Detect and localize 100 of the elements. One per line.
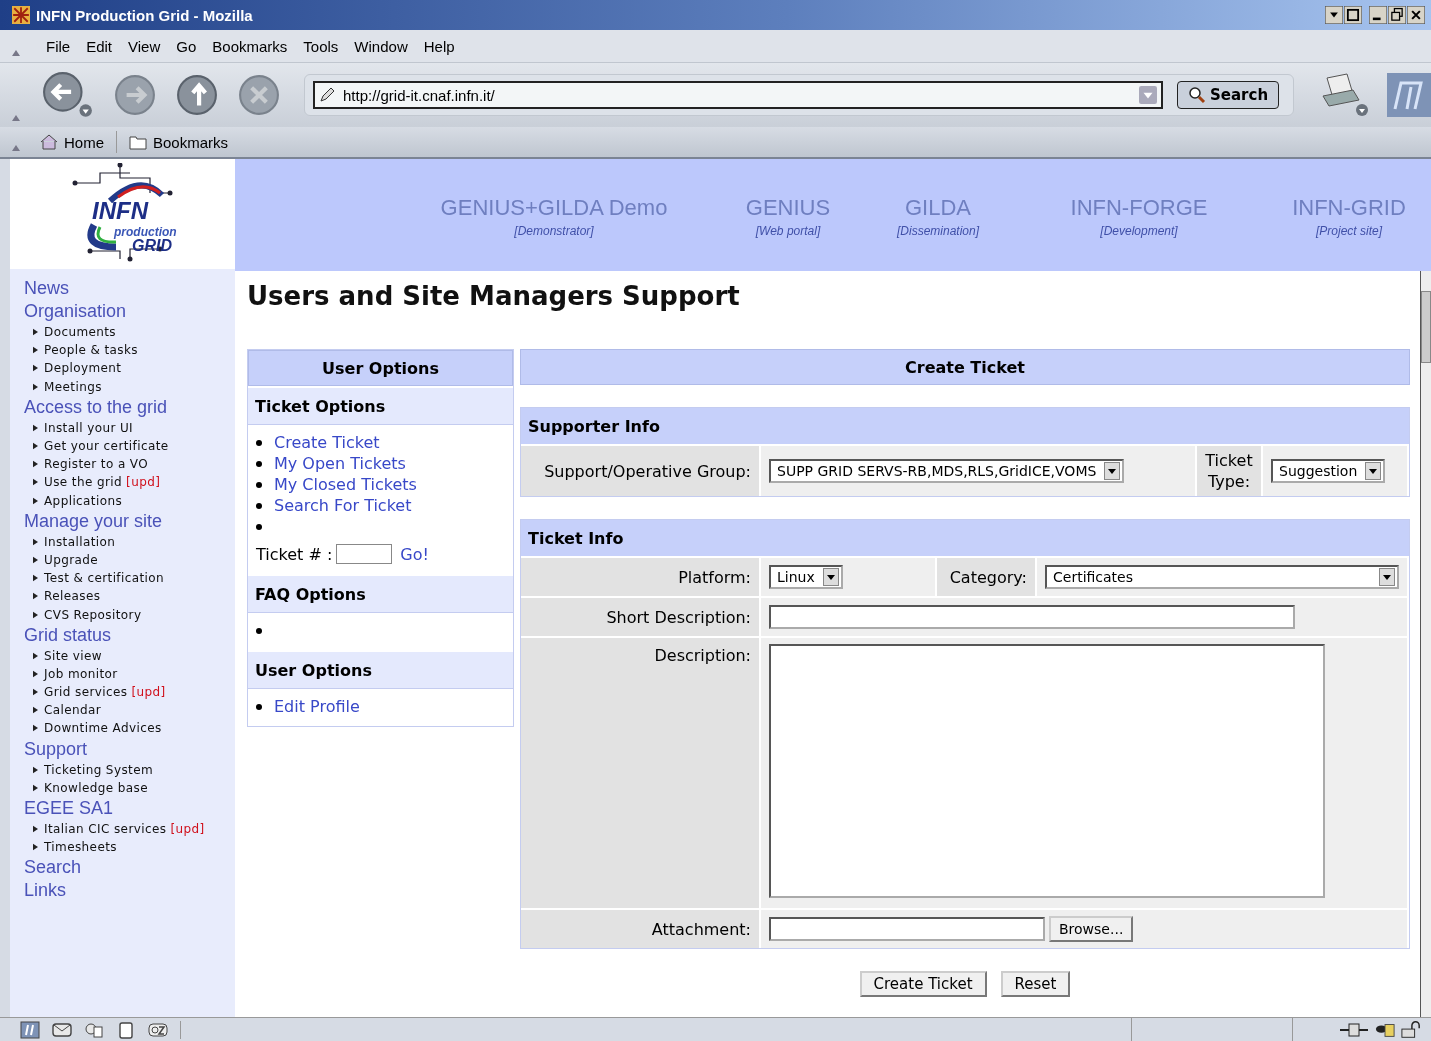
- collapse-icon[interactable]: [12, 145, 20, 151]
- sidebar-link[interactable]: Italian CIC services: [44, 822, 167, 837]
- option-link[interactable]: Edit Profile: [274, 697, 360, 716]
- forward-icon[interactable]: [114, 74, 156, 116]
- sidebar-link[interactable]: Timesheets: [44, 840, 117, 855]
- sidebar-link[interactable]: Knowledge base: [44, 780, 148, 795]
- triangle-bullet-icon: [33, 423, 38, 432]
- sidebar-link[interactable]: Deployment: [44, 361, 122, 376]
- search-button[interactable]: Search: [1177, 81, 1280, 109]
- section-title: Supporter Info: [521, 408, 1409, 444]
- menu-item[interactable]: File: [46, 37, 71, 55]
- sidebar-link[interactable]: Use the grid: [44, 475, 123, 490]
- menu-icon[interactable]: [1325, 6, 1343, 24]
- sidebar-link[interactable]: People & tasks: [44, 343, 138, 358]
- restore-icon[interactable]: [1388, 6, 1406, 24]
- bullet-icon: [256, 502, 262, 509]
- browse-button[interactable]: Browse...: [1049, 916, 1134, 942]
- back-icon[interactable]: [42, 71, 94, 119]
- form-button[interactable]: Reset: [1000, 971, 1071, 997]
- sidebar-link[interactable]: Grid services: [44, 685, 128, 700]
- menu-item[interactable]: Window: [354, 37, 408, 55]
- sidebar-heading-link[interactable]: EGEE SA1: [24, 796, 114, 820]
- sidebar-link[interactable]: Get your certificate: [44, 439, 169, 454]
- group-select[interactable]: SUPP GRID SERVS-RB,MDS,RLS,GridICE,VOMS: [769, 459, 1125, 483]
- header-subtitle: [Web portal]: [755, 224, 821, 238]
- option-link[interactable]: My Open Tickets: [274, 454, 406, 473]
- collapse-icon[interactable]: [12, 115, 20, 121]
- menu-item[interactable]: Help: [423, 37, 455, 55]
- browser-icon[interactable]: [20, 1020, 40, 1039]
- address-field[interactable]: http://grid-it.cnaf.infn.it/: [313, 81, 1163, 109]
- ticket-number-field[interactable]: [336, 544, 393, 564]
- dropdown-icon: [1365, 462, 1382, 480]
- sidebar-link[interactable]: Ticketing System: [44, 762, 154, 777]
- menu-item[interactable]: Tools: [303, 37, 339, 55]
- form-button[interactable]: Create Ticket: [859, 971, 987, 997]
- triangle-bullet-icon: [33, 328, 38, 337]
- home-button[interactable]: Home: [36, 133, 108, 151]
- sidebar-link[interactable]: Meetings: [44, 379, 102, 394]
- site-logo: INFN production GRID: [10, 159, 235, 269]
- sidebar-link[interactable]: Site view: [44, 648, 103, 663]
- sidebar-link[interactable]: Downtime Advices: [44, 721, 162, 736]
- close-icon[interactable]: [1407, 6, 1425, 24]
- mail-icon[interactable]: [52, 1020, 72, 1039]
- option-link[interactable]: Search For Ticket: [274, 496, 412, 515]
- scrollbar[interactable]: [1420, 271, 1431, 1017]
- platform-select[interactable]: Linux: [769, 565, 843, 589]
- bullet-icon: [256, 481, 262, 488]
- short-description-field[interactable]: [769, 605, 1295, 629]
- sidebar-link[interactable]: Register to a VO: [44, 457, 149, 472]
- bookmarks-button[interactable]: Bookmarks: [125, 133, 233, 151]
- sidebar-heading-link[interactable]: Support: [24, 737, 88, 761]
- triangle-bullet-icon: [33, 706, 38, 715]
- sidebar-heading-link[interactable]: Grid status: [24, 623, 112, 647]
- stop-icon[interactable]: [238, 74, 280, 116]
- minimize-icon[interactable]: [1369, 6, 1387, 24]
- sidebar-link[interactable]: CVS Repository: [44, 607, 142, 622]
- sidebar-heading-link[interactable]: Access to the grid: [24, 395, 168, 419]
- sidebar-heading-link[interactable]: Manage your site: [24, 509, 163, 533]
- tile-icon[interactable]: [1344, 6, 1362, 24]
- bullet-icon: [256, 703, 262, 710]
- category-select[interactable]: Certificates: [1045, 565, 1399, 589]
- triangle-bullet-icon: [33, 537, 38, 546]
- sidebar-link[interactable]: Upgrade: [44, 552, 99, 567]
- panel-header: User Options: [248, 350, 513, 386]
- go-link[interactable]: Go!: [400, 544, 429, 564]
- description-field[interactable]: [769, 644, 1325, 898]
- type-select[interactable]: Suggestion: [1271, 459, 1386, 483]
- field-label: Attachment:: [651, 919, 751, 939]
- reload-icon[interactable]: [176, 74, 218, 116]
- sidebar-link[interactable]: Install your UI: [44, 420, 134, 435]
- sidebar-link[interactable]: Test & certification: [44, 571, 165, 586]
- triangle-bullet-icon: [33, 346, 38, 355]
- bullet-icon: [256, 439, 262, 446]
- attachment-field[interactable]: [769, 917, 1045, 941]
- option-link[interactable]: Create Ticket: [274, 433, 380, 452]
- sidebar-link[interactable]: Documents: [44, 325, 117, 340]
- bullet-icon: [256, 523, 262, 530]
- field-label: Platform:: [678, 567, 751, 587]
- sidebar-heading-link[interactable]: Organisation: [24, 300, 127, 323]
- sidebar-link[interactable]: Calendar: [44, 703, 102, 718]
- triangle-bullet-icon: [33, 592, 38, 601]
- collapse-icon[interactable]: [12, 50, 20, 56]
- menu-item[interactable]: Edit: [86, 37, 113, 55]
- menu-item[interactable]: View: [128, 37, 161, 55]
- triangle-bullet-icon: [33, 478, 38, 487]
- triangle-bullet-icon: [33, 382, 38, 391]
- menu-item[interactable]: Bookmarks: [212, 37, 288, 55]
- menu-item[interactable]: Go: [176, 37, 197, 55]
- sidebar-link[interactable]: Applications: [44, 493, 123, 508]
- triangle-bullet-icon: [33, 555, 38, 564]
- sidebar-link[interactable]: Job monitor: [44, 666, 118, 681]
- chat-icon[interactable]: [148, 1020, 168, 1039]
- section-title: User Options: [248, 650, 513, 689]
- dropdown-icon: [822, 568, 839, 586]
- sidebar-heading-link[interactable]: Links: [24, 879, 67, 903]
- sidebar-heading-link[interactable]: News: [24, 277, 69, 300]
- sidebar-heading-link[interactable]: Search: [24, 856, 82, 880]
- sidebar-link[interactable]: Releases: [44, 589, 101, 604]
- option-link[interactable]: My Closed Tickets: [274, 475, 417, 494]
- sidebar-link[interactable]: Installation: [44, 534, 116, 549]
